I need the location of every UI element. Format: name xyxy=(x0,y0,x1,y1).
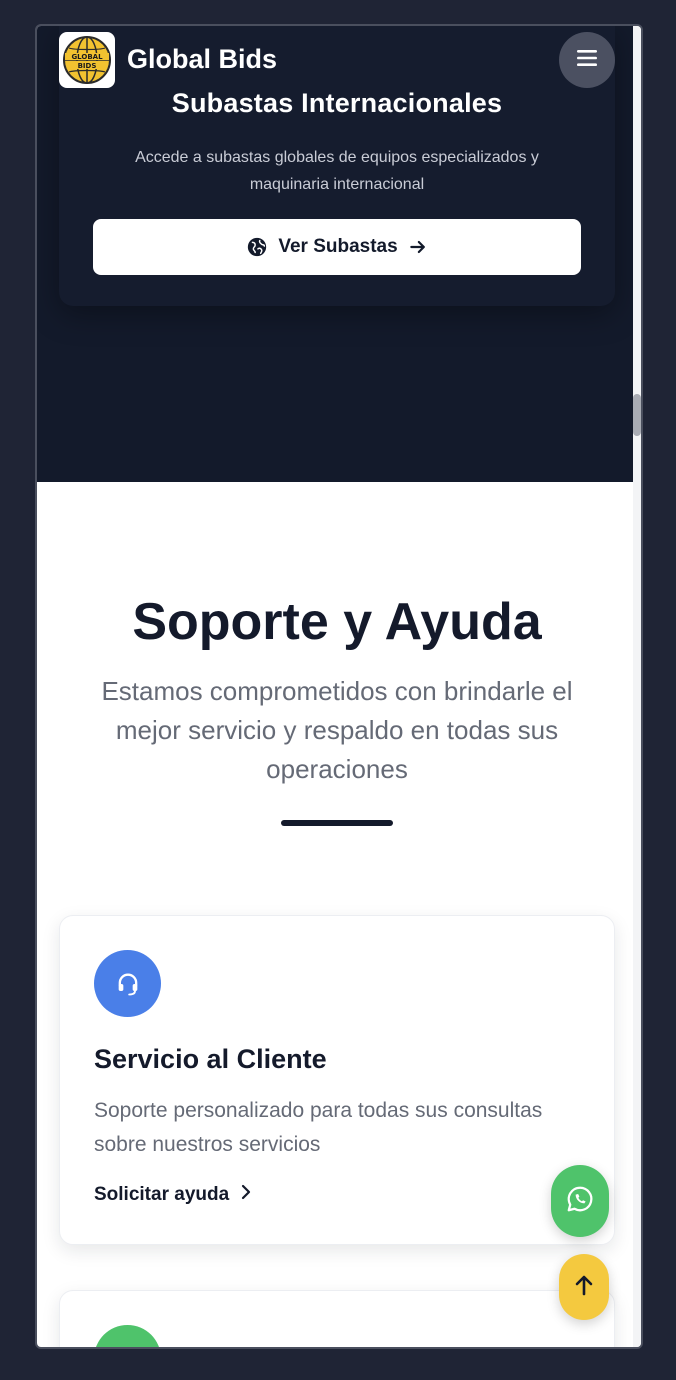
svg-text:GLOBAL: GLOBAL xyxy=(71,53,103,61)
globe-icon xyxy=(246,236,268,258)
arrow-right-icon xyxy=(408,237,428,257)
hamburger-icon xyxy=(575,48,599,73)
mobile-frame: Subastas Internacionales Accede a subast… xyxy=(35,24,643,1349)
scrollbar-thumb[interactable] xyxy=(633,394,641,436)
globe-logo-icon: GLOBAL BIDS xyxy=(63,36,111,84)
second-support-card xyxy=(59,1290,615,1347)
support-description: Estamos comprometidos con brindarle el m… xyxy=(101,676,573,784)
card-title: Servicio al Cliente xyxy=(94,1044,327,1074)
request-help-link[interactable]: Solicitar ayuda xyxy=(94,1184,253,1206)
headset-icon xyxy=(94,950,161,1017)
section-divider xyxy=(281,820,393,826)
check-icon xyxy=(94,1325,161,1347)
menu-button[interactable] xyxy=(559,32,615,88)
support-title: Soporte y Ayuda xyxy=(132,593,542,651)
svg-text:BIDS: BIDS xyxy=(78,62,97,70)
page-viewport: Subastas Internacionales Accede a subast… xyxy=(37,26,637,1347)
whatsapp-button[interactable] xyxy=(551,1165,609,1237)
top-header: GLOBAL BIDS Global Bids xyxy=(37,26,637,96)
whatsapp-icon xyxy=(565,1184,595,1219)
brand-logo[interactable]: GLOBAL BIDS xyxy=(59,32,115,88)
request-help-label: Solicitar ayuda xyxy=(94,1184,230,1205)
view-auctions-label: Ver Subastas xyxy=(278,236,398,257)
brand-name[interactable]: Global Bids xyxy=(127,44,277,75)
view-auctions-button[interactable]: Ver Subastas xyxy=(93,219,581,275)
arrow-up-icon xyxy=(573,1273,595,1302)
scrollbar-track[interactable] xyxy=(633,26,641,1347)
card-description: Soporte personalizado para todas sus con… xyxy=(94,1099,543,1156)
customer-service-card: Servicio al Cliente Soporte personalizad… xyxy=(59,915,615,1245)
scroll-to-top-button[interactable] xyxy=(559,1254,609,1320)
hero-description: Accede a subastas globales de equipos es… xyxy=(135,149,539,193)
chevron-right-icon xyxy=(239,1184,253,1206)
